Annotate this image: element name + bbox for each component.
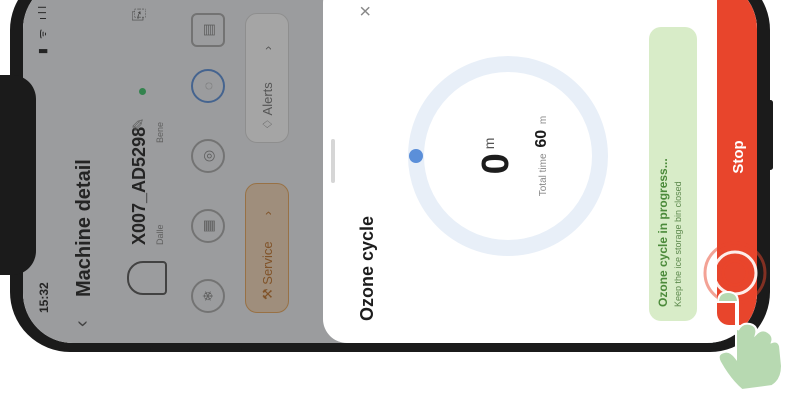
sheet-title: Ozone cycle	[357, 215, 377, 321]
status-title: Ozone cycle in progress...	[656, 158, 670, 307]
phone-volume-button	[150, 346, 190, 352]
total-time: Total time 60 m	[533, 51, 551, 261]
ozone-cycle-sheet: Ozone cycle × 0m Total time 60 m Ozone c…	[323, 0, 757, 343]
sheet-drag-handle[interactable]	[331, 139, 335, 183]
progress-dot	[409, 149, 423, 163]
remaining-unit: m	[481, 137, 497, 150]
pointing-hand-icon	[716, 290, 784, 390]
remaining-time: 0m	[475, 51, 518, 261]
total-time-unit: m	[538, 115, 549, 125]
close-icon[interactable]: ×	[355, 5, 378, 17]
phone-volume-button	[200, 346, 242, 352]
phone-notch	[0, 75, 36, 275]
phone-frame: 15:32 ▮ ᯤ ıll ‹ Machine detail X007_AD52…	[10, 0, 770, 352]
screen-content: 15:32 ▮ ᯤ ıll ‹ Machine detail X007_AD52…	[23, 0, 757, 343]
status-card: Ozone cycle in progress... Keep the ice …	[649, 27, 697, 321]
total-time-value: 60	[533, 129, 550, 148]
status-subtitle: Keep the ice storage bin closed	[673, 181, 683, 307]
remaining-value: 0	[475, 153, 517, 175]
phone-power-button	[768, 100, 773, 170]
total-time-label: Total time	[538, 153, 549, 197]
phone-screen: 15:32 ▮ ᯤ ıll ‹ Machine detail X007_AD52…	[23, 0, 757, 343]
